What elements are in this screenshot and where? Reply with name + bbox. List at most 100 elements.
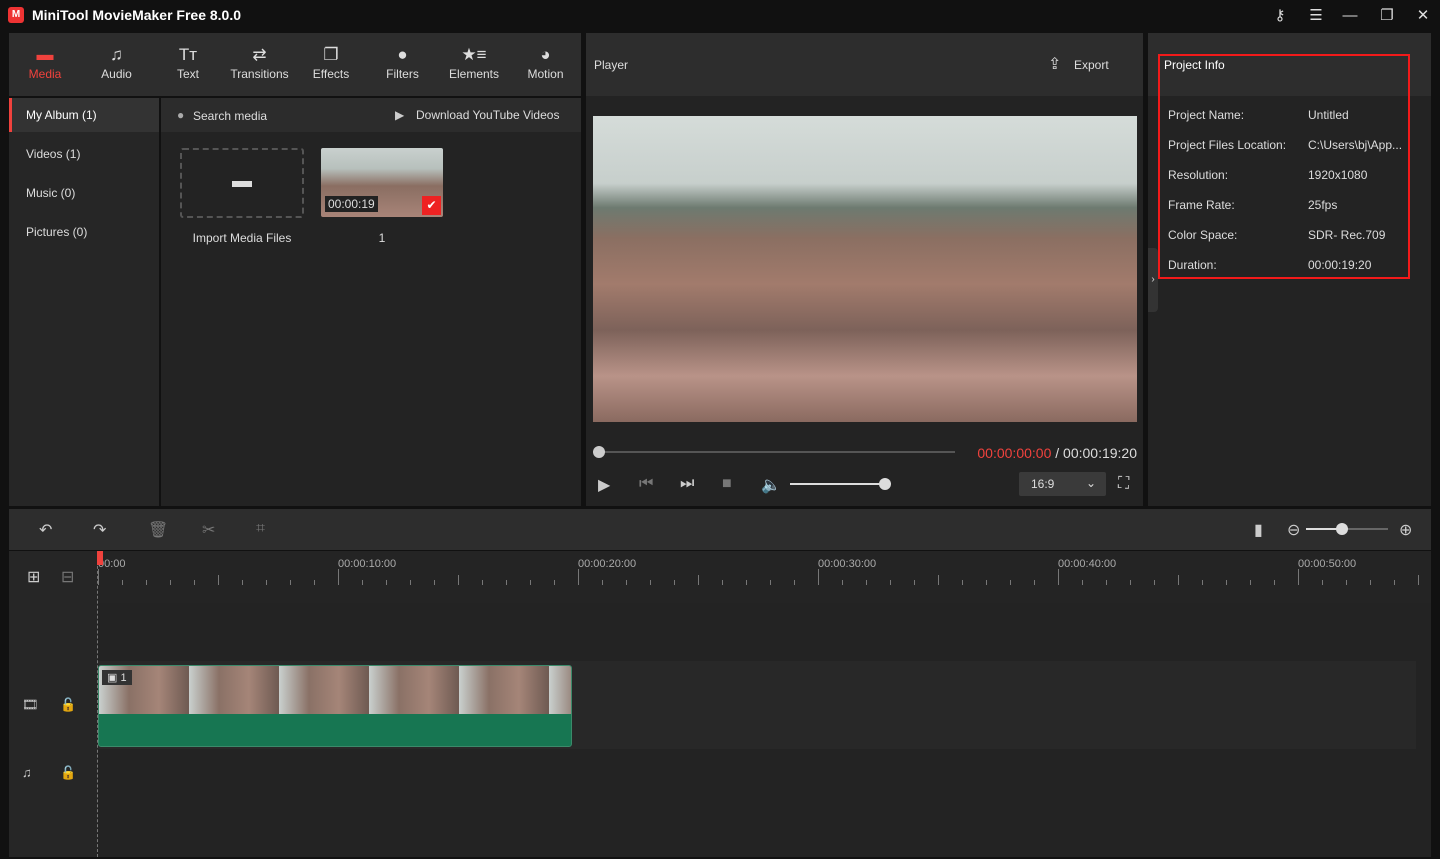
ruler-tick [1250, 580, 1251, 585]
chevron-down-icon: ⌄ [1085, 476, 1096, 490]
lock-icon[interactable]: 🔓 [60, 697, 76, 713]
ruler-tick [1082, 580, 1083, 585]
tab-elements[interactable]: ★≡ Elements [438, 33, 510, 96]
scissors-icon[interactable]: ✂ [202, 520, 215, 540]
player-title: Player [594, 58, 629, 72]
delete-icon[interactable]: 🗑 [148, 520, 168, 540]
timeline: ⊞ ⊟ 🎞 🔓 ♫ 🔓 00:00 00:00:10:00 00:00:20:00 0… [9, 551, 1431, 857]
zoom-out-icon[interactable]: ⊖ [1287, 520, 1300, 540]
volume-icon[interactable]: 🔈 [761, 475, 781, 495]
ruler-tick [578, 569, 579, 585]
tab-audio[interactable]: ♫ Audio [81, 33, 153, 96]
tab-media[interactable]: ▬ Media [9, 33, 81, 96]
fullscreen-icon[interactable]: ⛶ [1118, 475, 1129, 493]
search-icon: ● [177, 108, 185, 122]
ruler-tick [938, 575, 939, 585]
ruler-tick [1202, 580, 1203, 585]
player-panel: Player ⇪ Export 00:00:00:00 / 00:00:19:2… [586, 33, 1143, 506]
clip-label-text: 1 [120, 672, 127, 684]
audio-lock-icon[interactable]: 🔓 [60, 765, 76, 781]
tab-label: Transitions [230, 67, 289, 81]
sidebar-item-my-album[interactable]: My Album (1) [9, 98, 159, 132]
play-icon[interactable]: ▶ [598, 475, 610, 495]
ruler-tick [842, 580, 843, 585]
tab-label: Motion [527, 67, 564, 81]
media-clip-thumbnail[interactable]: 00:00:19 ✔ [321, 148, 443, 217]
time-display: 00:00:00:00 / 00:00:19:20 [977, 445, 1137, 461]
add-track-icon[interactable]: ⊞ [27, 567, 40, 587]
ruler-tick [362, 580, 363, 585]
stop-icon[interactable]: ■ [722, 475, 732, 493]
time-separator: / [1051, 445, 1064, 461]
ruler-tick [794, 580, 795, 585]
zoom-in-icon[interactable]: ⊕ [1399, 520, 1412, 540]
ruler-tick [698, 575, 699, 585]
export-icon: ⇪ [1048, 56, 1062, 73]
collapse-panel-button[interactable]: › [1148, 248, 1158, 312]
text-icon: Tт [178, 45, 198, 64]
minimize-button[interactable]: — [1340, 6, 1360, 26]
remove-track-icon[interactable]: ⊟ [61, 567, 74, 587]
ruler-tick [890, 580, 891, 585]
ruler-label: 00:00:30:00 [818, 558, 877, 570]
ruler-tick [434, 580, 435, 585]
key-icon[interactable]: ⚷ [1270, 6, 1290, 26]
ruler-tick [290, 580, 291, 585]
folder-icon: ▬ [232, 170, 252, 192]
tab-label: Effects [312, 67, 350, 81]
previous-frame-icon[interactable]: ⏮ [639, 475, 653, 493]
seek-handle[interactable] [593, 446, 605, 458]
ruler-tick [962, 580, 963, 585]
tab-label: Filters [386, 67, 419, 81]
aspect-ratio-select[interactable]: 16:9 ⌄ [1019, 472, 1106, 496]
volume-handle[interactable] [879, 478, 891, 490]
ruler-tick [530, 580, 531, 585]
filters-icon: ● [397, 45, 408, 64]
ruler-tick [314, 580, 315, 585]
clip-label: ▣ 1 [102, 670, 132, 685]
sidebar-item-videos[interactable]: Videos (1) [9, 137, 159, 171]
redo-icon[interactable]: ↷ [93, 520, 106, 540]
next-frame-icon[interactable]: ⏭ [680, 475, 694, 493]
highlight-box [1158, 54, 1410, 279]
crop-icon[interactable]: ⌗ [256, 520, 265, 538]
tab-filters[interactable]: ● Filters [367, 33, 439, 96]
ruler-tick [914, 580, 915, 585]
video-track-icon: 🎞 [22, 697, 39, 712]
ruler-tick [338, 569, 339, 585]
export-button[interactable]: Export [1074, 58, 1109, 72]
video-preview [593, 116, 1137, 422]
title-bar: M MiniTool MovieMaker Free 8.0.0 ⚷ ☰ — ❐… [0, 0, 1440, 32]
ruler-tick [986, 580, 987, 585]
sidebar-item-pictures[interactable]: Pictures (0) [9, 215, 159, 249]
fit-timeline-icon[interactable]: ▮ [1254, 520, 1263, 540]
volume-slider[interactable] [790, 478, 891, 490]
ruler-tick [722, 580, 723, 585]
import-media-button[interactable]: ▬ [180, 148, 304, 218]
download-youtube-button[interactable]: Download YouTube Videos [416, 108, 559, 122]
ruler-tick [146, 580, 147, 585]
effects-icon: ❐ [323, 45, 339, 64]
close-button[interactable]: ✕ [1413, 6, 1433, 26]
ruler-tick [1010, 580, 1011, 585]
ruler-tick [482, 580, 483, 585]
audio-track-icon: ♫ [22, 765, 32, 780]
zoom-slider[interactable] [1306, 523, 1388, 535]
current-time: 00:00:00:00 [977, 445, 1052, 461]
tab-text[interactable]: Tт Text [152, 33, 224, 96]
undo-icon[interactable]: ↶ [39, 520, 52, 540]
ruler-tick [602, 580, 603, 585]
sidebar-item-music[interactable]: Music (0) [9, 176, 159, 210]
seek-bar[interactable] [593, 446, 955, 458]
zoom-handle[interactable] [1336, 523, 1348, 535]
menu-icon[interactable]: ☰ [1306, 6, 1326, 26]
tab-motion[interactable]: ◕ Motion [510, 33, 582, 96]
tab-effects[interactable]: ❐ Effects [295, 33, 367, 96]
tab-transitions[interactable]: ⇄ Transitions [224, 33, 296, 96]
search-input[interactable]: Search media [193, 109, 267, 123]
maximize-button[interactable]: ❐ [1377, 6, 1397, 26]
timeline-video-clip[interactable]: ▣ 1 [98, 665, 572, 747]
ruler-tick [1154, 580, 1155, 585]
ruler-tick [1418, 575, 1419, 585]
ruler-tick [218, 575, 219, 585]
